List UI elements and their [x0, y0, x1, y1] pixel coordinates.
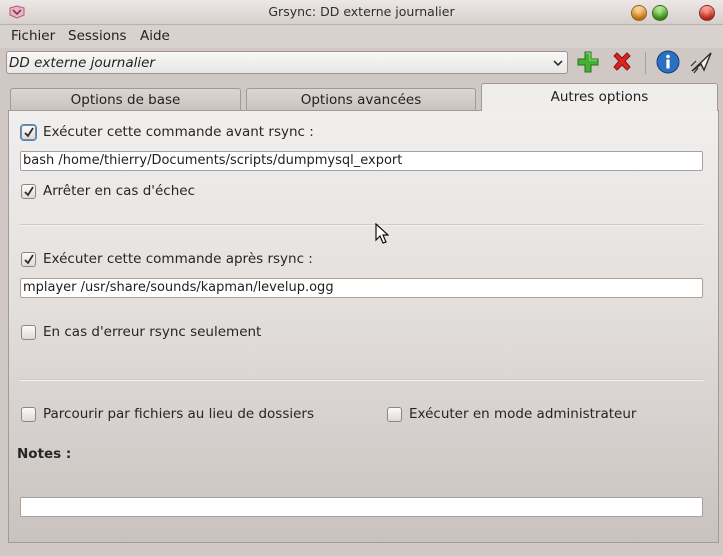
delete-icon[interactable] — [609, 49, 635, 75]
run-before-label: Exécuter cette commande avant rsync : — [43, 124, 314, 140]
run-after-row[interactable]: Exécuter cette commande après rsync : — [21, 251, 313, 267]
run-before-command-field[interactable]: bash /home/thierry/Documents/scripts/dum… — [20, 151, 703, 171]
menu-bar: Fichier Sessions Aide — [0, 25, 723, 48]
on-error-only-checkbox[interactable] — [21, 324, 36, 340]
stop-on-fail-label: Arrêter en cas d'échec — [43, 183, 196, 199]
run-before-checkbox[interactable] — [21, 124, 36, 140]
notes-field[interactable] — [20, 497, 703, 517]
checkmark-icon — [24, 127, 34, 137]
menu-fichier[interactable]: Fichier — [11, 28, 55, 44]
run-before-row[interactable]: Exécuter cette commande avant rsync : — [21, 124, 314, 140]
tab-autres-options[interactable]: Autres options — [481, 83, 718, 111]
on-error-only-label: En cas d'erreur rsync seulement — [43, 324, 262, 340]
menu-aide[interactable]: Aide — [140, 28, 170, 44]
run-after-command-field[interactable]: mplayer /usr/share/sounds/kapman/levelup… — [20, 278, 703, 298]
add-icon[interactable] — [575, 49, 601, 75]
checkmark-icon — [24, 186, 34, 196]
menu-sessions[interactable]: Sessions — [68, 28, 127, 44]
title-bar: Grsync: DD externe journalier — [0, 0, 723, 25]
close-button[interactable] — [699, 5, 715, 21]
maximize-button[interactable] — [652, 5, 668, 21]
toolbar: DD externe journalier — [0, 48, 723, 80]
on-error-only-row[interactable]: En cas d'erreur rsync seulement — [21, 324, 261, 340]
session-select-value: DD externe journalier — [9, 55, 155, 71]
separator — [20, 224, 703, 226]
notes-label: Notes : — [17, 446, 72, 462]
checkmark-icon — [24, 254, 34, 264]
execute-icon[interactable] — [689, 49, 715, 75]
browse-files-checkbox[interactable] — [21, 406, 36, 422]
window-title: Grsync: DD externe journalier — [268, 4, 455, 19]
minimize-button[interactable] — [631, 5, 647, 21]
info-icon[interactable] — [655, 49, 681, 75]
run-as-admin-checkbox[interactable] — [387, 406, 402, 422]
run-as-admin-label: Exécuter en mode administrateur — [409, 406, 637, 422]
tab-options-avancees[interactable]: Options avancées — [246, 88, 476, 110]
run-after-label: Exécuter cette commande après rsync : — [43, 251, 313, 267]
tab-options-de-base[interactable]: Options de base — [10, 88, 241, 110]
run-after-checkbox[interactable] — [21, 251, 36, 267]
mouse-cursor-icon — [375, 223, 389, 244]
separator — [20, 379, 703, 381]
stop-on-fail-row[interactable]: Arrêter en cas d'échec — [21, 183, 195, 199]
browse-files-row[interactable]: Parcourir par fichiers au lieu de dossie… — [21, 406, 314, 422]
stop-on-fail-checkbox[interactable] — [21, 183, 36, 199]
toolbar-separator — [645, 52, 646, 74]
session-select[interactable]: DD externe journalier — [6, 51, 568, 74]
chevron-down-icon — [553, 60, 563, 67]
browse-files-label: Parcourir par fichiers au lieu de dossie… — [43, 406, 315, 422]
run-as-admin-row[interactable]: Exécuter en mode administrateur — [387, 406, 636, 422]
